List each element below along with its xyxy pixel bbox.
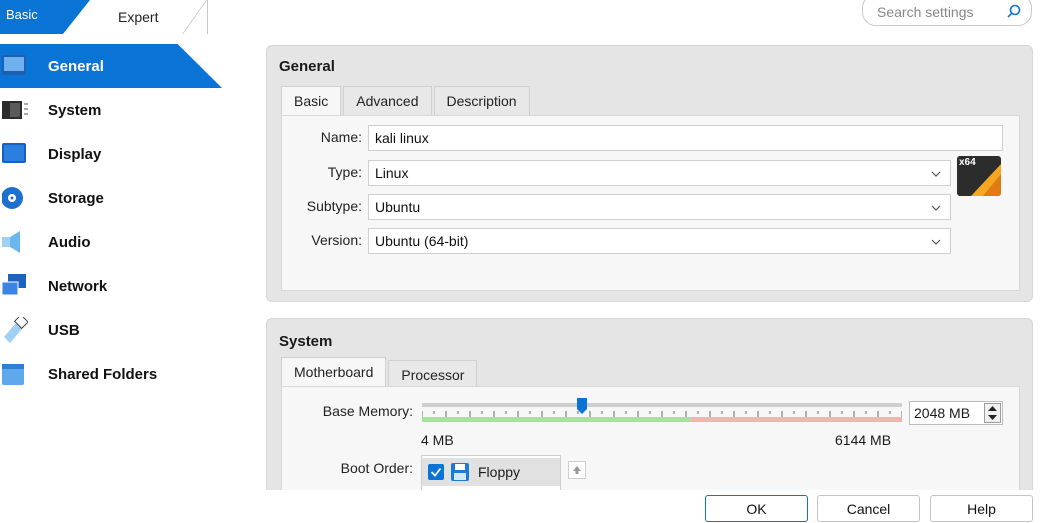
search-settings-input[interactable]: Search settings xyxy=(862,0,1032,26)
sidebar-item-label: Display xyxy=(48,145,102,163)
subtype-select[interactable]: Ubuntu xyxy=(368,194,951,220)
sidebar-item-label: Network xyxy=(48,277,108,295)
settings-sidebar: General System Display Storage Audio Net… xyxy=(0,44,230,396)
type-label: Type: xyxy=(327,164,362,180)
tab-processor[interactable]: Processor xyxy=(388,360,478,387)
chevron-down-icon xyxy=(931,171,941,177)
base-memory-label: Base Memory: xyxy=(322,403,413,419)
tab-motherboard[interactable]: Motherboard xyxy=(281,357,387,387)
ok-button[interactable]: OK xyxy=(705,495,808,522)
general-group-title: General xyxy=(279,58,335,75)
sidebar-item-network[interactable]: Network xyxy=(0,264,230,308)
checkbox-checked-icon[interactable] xyxy=(428,464,444,480)
sidebar-item-display[interactable]: Display xyxy=(0,132,230,176)
memory-slider-ticks xyxy=(422,411,902,417)
subtype-value: Ubuntu xyxy=(375,199,421,215)
chevron-down-icon xyxy=(931,239,941,245)
type-select[interactable]: Linux xyxy=(368,160,951,186)
subtype-label: Subtype: xyxy=(306,198,362,214)
usb-icon xyxy=(4,317,28,343)
system-chip-icon xyxy=(2,101,28,119)
boot-item-floppy[interactable]: Floppy xyxy=(422,458,560,486)
memory-min-label: 4 MB xyxy=(421,432,454,448)
type-value: Linux xyxy=(375,165,409,181)
help-button[interactable]: Help xyxy=(930,495,1033,522)
tab-basic[interactable]: Basic xyxy=(281,86,342,116)
version-select[interactable]: Ubuntu (64-bit) xyxy=(368,228,951,254)
arrow-up-icon xyxy=(573,466,581,474)
cancel-button[interactable]: Cancel xyxy=(817,495,920,522)
chevron-down-icon xyxy=(931,205,941,211)
memory-slider-scale xyxy=(422,417,902,422)
storage-disk-icon xyxy=(2,187,23,209)
memory-slider-thumb[interactable] xyxy=(576,397,588,415)
shared-folder-icon xyxy=(2,364,24,385)
mode-expert-tab[interactable]: Expert xyxy=(68,0,208,34)
sidebar-item-label: Shared Folders xyxy=(48,365,158,383)
display-monitor-icon xyxy=(2,143,26,163)
sidebar-item-label: General xyxy=(48,57,104,75)
sidebar-item-general[interactable]: General xyxy=(0,44,230,88)
boot-order-label: Boot Order: xyxy=(340,460,413,476)
sidebar-item-system[interactable]: System xyxy=(0,88,230,132)
system-tabs: Motherboard Processor xyxy=(281,357,479,387)
name-label: Name: xyxy=(320,129,362,145)
memory-spinbox[interactable]: 2048 MB xyxy=(909,401,1003,425)
tab-advanced[interactable]: Advanced xyxy=(343,86,432,116)
boot-move-up-button[interactable] xyxy=(568,461,586,479)
sidebar-item-usb[interactable]: USB xyxy=(0,308,230,352)
tab-description[interactable]: Description xyxy=(433,86,530,116)
search-icon xyxy=(1007,4,1021,18)
memory-spin-buttons[interactable] xyxy=(984,403,1001,423)
audio-speaker-icon xyxy=(2,231,20,253)
sidebar-item-label: Storage xyxy=(48,189,104,207)
boot-item-label: Floppy xyxy=(478,464,521,480)
sidebar-item-label: Audio xyxy=(48,233,91,251)
sidebar-item-label: System xyxy=(48,101,102,119)
os-badge-label: x64 xyxy=(959,157,976,168)
general-group: General Basic Advanced Description Name:… xyxy=(266,45,1033,302)
general-icon xyxy=(2,55,26,75)
version-label: Version: xyxy=(311,232,362,248)
memory-slider-track[interactable] xyxy=(422,403,902,407)
sidebar-item-shared-folders[interactable]: Shared Folders xyxy=(0,352,230,396)
sidebar-item-storage[interactable]: Storage xyxy=(0,176,230,220)
floppy-disk-icon xyxy=(451,463,469,481)
dialog-button-bar: OK Cancel Help xyxy=(0,490,1045,523)
general-tabs: Basic Advanced Description xyxy=(281,86,532,116)
sidebar-item-audio[interactable]: Audio xyxy=(0,220,230,264)
spin-arrows-icon xyxy=(988,406,997,420)
memory-max-label: 6144 MB xyxy=(835,432,892,448)
boot-order-list[interactable]: Floppy xyxy=(421,455,561,495)
mode-bar: Basic Expert Search settings xyxy=(0,0,1045,34)
search-placeholder: Search settings xyxy=(877,4,974,20)
general-basic-panel: Name: kali linux Type: Linux Subtype: Ub… xyxy=(281,115,1020,291)
network-icon xyxy=(2,274,26,296)
os-type-icon: x64 xyxy=(957,156,1001,196)
version-value: Ubuntu (64-bit) xyxy=(375,233,469,249)
system-group-title: System xyxy=(279,333,333,350)
memory-value: 2048 MB xyxy=(914,405,971,421)
name-field[interactable]: kali linux xyxy=(368,125,1003,151)
sidebar-item-label: USB xyxy=(48,321,80,339)
